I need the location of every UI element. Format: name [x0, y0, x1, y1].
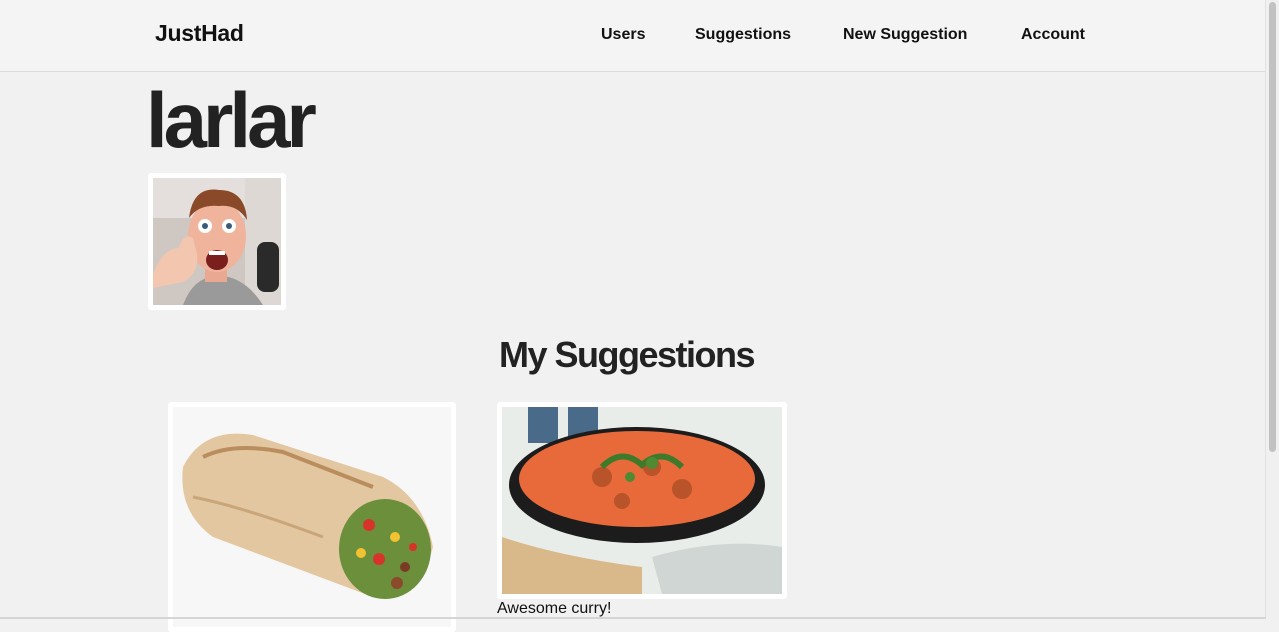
suggestion-caption: Awesome curry! [497, 600, 612, 617]
burrito-photo-icon [173, 407, 451, 627]
suggestion-card-burrito[interactable] [168, 402, 456, 632]
my-suggestions-heading: My Suggestions [499, 334, 756, 375]
nav-link-account[interactable]: Account [1021, 26, 1085, 44]
curry-bowl-photo-icon [502, 407, 782, 594]
nav-link-suggestions[interactable]: Suggestions [695, 26, 791, 44]
nav-link-users[interactable]: Users [601, 26, 645, 44]
scrollbar-thumb[interactable] [1269, 2, 1276, 452]
top-navbar: JustHad Users Suggestions New Suggestion… [0, 0, 1266, 72]
brand-logo-link[interactable]: JustHad [155, 20, 244, 47]
suggestion-card-curry[interactable] [497, 402, 787, 599]
vertical-scrollbar[interactable] [1265, 0, 1279, 619]
nav-link-new-suggestion[interactable]: New Suggestion [843, 26, 967, 44]
profile-username: larlar [146, 76, 317, 164]
avatar [148, 173, 286, 310]
user-avatar-photo-icon [153, 178, 281, 305]
